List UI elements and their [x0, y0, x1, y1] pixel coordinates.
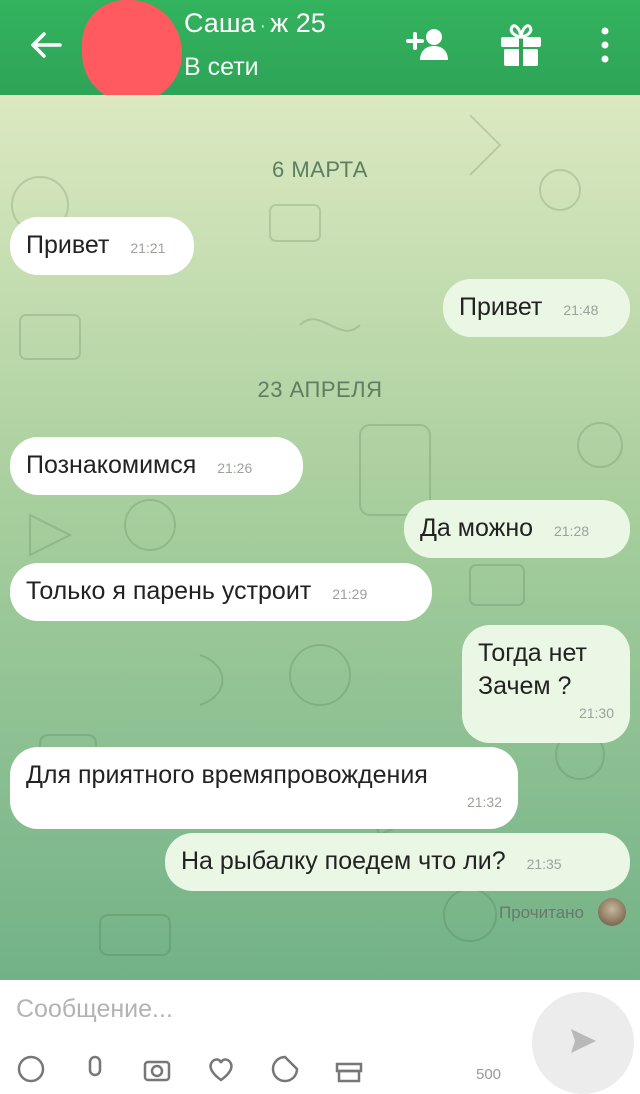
- contact-title[interactable]: Саша · ж 25: [184, 8, 326, 39]
- message-time: 21:35: [526, 856, 562, 872]
- message-incoming[interactable]: Для приятного времяпровождения 21:32: [10, 747, 518, 829]
- send-button[interactable]: [532, 992, 634, 1094]
- message-text: Привет: [26, 231, 110, 259]
- message-outgoing[interactable]: Тогда нет Зачем ? 21:30: [462, 625, 630, 743]
- message-text: На рыбалку поедем что ли?: [181, 847, 506, 875]
- contact-details: ж 25: [270, 8, 326, 38]
- heart-icon[interactable]: [206, 1054, 236, 1084]
- message-time: 21:29: [332, 586, 368, 602]
- contact-name: Саша: [184, 8, 256, 38]
- message-time: 21:32: [466, 794, 502, 810]
- read-status: Прочитано: [499, 903, 584, 922]
- message-text: Для приятного времяпровождения: [26, 761, 428, 789]
- gift-icon[interactable]: [498, 22, 544, 68]
- back-arrow-icon[interactable]: [26, 25, 66, 65]
- message-text: Только я парень устроит: [26, 577, 312, 605]
- date-divider: 6 МАРТА: [272, 157, 368, 182]
- character-counter: 500: [476, 1066, 502, 1083]
- message-outgoing[interactable]: Привет 21:48: [443, 279, 630, 337]
- message-time: 21:21: [130, 240, 166, 256]
- message-incoming[interactable]: Только я парень устроит 21:29: [10, 563, 432, 621]
- camera-icon[interactable]: [142, 1054, 172, 1084]
- message-time: 21:48: [563, 302, 599, 318]
- message-text-line-1: Тогда нет: [478, 639, 587, 667]
- message-incoming[interactable]: Привет 21:21: [10, 217, 194, 275]
- message-time: 21:28: [553, 523, 590, 539]
- date-divider: 23 АПРЕЛЯ: [257, 377, 383, 402]
- redacted-avatar[interactable]: [82, 0, 182, 102]
- message-outgoing[interactable]: Да можно 21:28: [404, 500, 630, 558]
- message-text: Да можно: [420, 514, 534, 542]
- message-text: Привет: [459, 293, 543, 321]
- add-friend-icon[interactable]: [406, 22, 452, 68]
- chat-header: Саша · ж 25 В сети: [0, 0, 640, 102]
- chat-area[interactable]: 6 МАРТА Привет 21:21 Привет 21:48 23 АПР…: [0, 95, 640, 980]
- microphone-icon[interactable]: [80, 1054, 110, 1084]
- more-vertical-icon[interactable]: [584, 22, 630, 68]
- message-text-line-2: Зачем ?: [478, 672, 572, 700]
- message-outgoing[interactable]: На рыбалку поедем что ли? 21:35: [165, 833, 630, 891]
- message-text: Познакомимся: [26, 451, 197, 479]
- message-input[interactable]: Сообщение...: [16, 995, 173, 1024]
- send-icon: [571, 1029, 596, 1053]
- message-composer: Сообщение... 500: [0, 980, 640, 1094]
- title-separator: ·: [259, 15, 267, 37]
- online-status: В сети: [184, 53, 259, 81]
- reader-avatar: [598, 898, 626, 926]
- gift-icon[interactable]: [334, 1054, 364, 1084]
- message-incoming[interactable]: Познакомимся 21:26: [10, 437, 303, 495]
- message-time: 21:26: [217, 460, 253, 476]
- sticker-icon[interactable]: [270, 1054, 300, 1084]
- message-time: 21:30: [578, 705, 614, 721]
- emoji-icon[interactable]: [16, 1054, 46, 1084]
